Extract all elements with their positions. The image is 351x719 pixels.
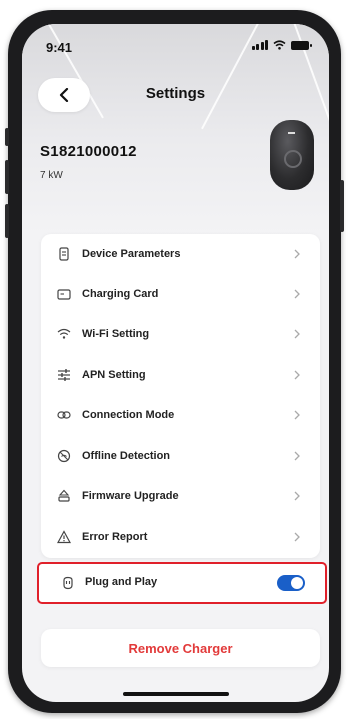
remove-charger-button[interactable]: Remove Charger <box>41 629 320 667</box>
menu-item-charging-card[interactable]: Charging Card <box>41 274 320 314</box>
volume-down-button <box>5 204 9 238</box>
menu-item-firmware-upgrade[interactable]: Firmware Upgrade <box>41 476 320 516</box>
charger-indicator-ring <box>284 150 302 168</box>
menu-item-label: Error Report <box>82 531 148 543</box>
silent-switch <box>5 128 9 146</box>
chevron-right-icon <box>294 491 300 501</box>
menu-item-label: Device Parameters <box>82 248 181 260</box>
plug-and-play-toggle[interactable] <box>277 575 305 591</box>
power-button <box>340 180 344 232</box>
menu-item-connection-mode[interactable]: Connection Mode <box>41 395 320 435</box>
menu-item-device-parameters[interactable]: Device Parameters <box>41 234 320 274</box>
status-icons <box>251 40 312 50</box>
home-indicator <box>123 692 229 696</box>
menu-item-label: APN Setting <box>82 369 146 381</box>
status-time: 9:41 <box>46 40 73 55</box>
card-icon <box>57 289 71 300</box>
device-id: S1821000012 <box>40 143 137 160</box>
chevron-right-icon <box>294 532 300 542</box>
menu-item-wifi-setting[interactable]: Wi-Fi Setting <box>41 314 320 354</box>
menu-item-label: Firmware Upgrade <box>82 490 179 502</box>
chevron-right-icon <box>294 329 300 339</box>
plug-and-play-row: Plug and Play <box>37 562 327 604</box>
chevron-right-icon <box>294 289 300 299</box>
menu-item-error-report[interactable]: Error Report <box>41 517 320 557</box>
upgrade-icon <box>58 489 70 502</box>
chevron-right-icon <box>294 249 300 259</box>
plug-icon <box>63 576 73 590</box>
chevron-right-icon <box>294 451 300 461</box>
menu-item-offline-detection[interactable]: Offline Detection <box>41 436 320 476</box>
link-icon <box>57 411 71 419</box>
battery-icon <box>291 40 312 50</box>
warning-icon <box>57 530 71 544</box>
menu-item-label: Offline Detection <box>82 450 171 462</box>
page-title: Settings <box>145 85 206 102</box>
status-bar: 9:41 <box>22 24 329 64</box>
toggle-knob <box>291 577 303 589</box>
chevron-right-icon <box>294 410 300 420</box>
sliders-icon <box>58 369 70 381</box>
chevron-right-icon <box>294 370 300 380</box>
menu-item-apn-setting[interactable]: APN Setting <box>41 355 320 395</box>
device-icon <box>59 247 69 261</box>
charger-logo <box>288 132 295 139</box>
plug-and-play-label: Plug and Play <box>85 576 158 588</box>
charger-image <box>270 120 314 190</box>
menu-item-label: Wi-Fi Setting <box>82 328 150 340</box>
menu-item-label: Charging Card <box>82 288 159 300</box>
settings-menu: Device Parameters Charging Card Wi-Fi Se… <box>41 234 320 558</box>
wifi-status-icon <box>273 40 286 50</box>
menu-item-label: Connection Mode <box>82 409 175 421</box>
offline-icon <box>57 449 71 463</box>
app-screen: 9:41 Settings S1821000012 7 kW Device Pa… <box>22 24 329 702</box>
signal-icon <box>251 40 268 50</box>
wifi-icon <box>57 328 71 339</box>
device-power: 7 kW <box>40 170 63 181</box>
volume-up-button <box>5 160 9 194</box>
